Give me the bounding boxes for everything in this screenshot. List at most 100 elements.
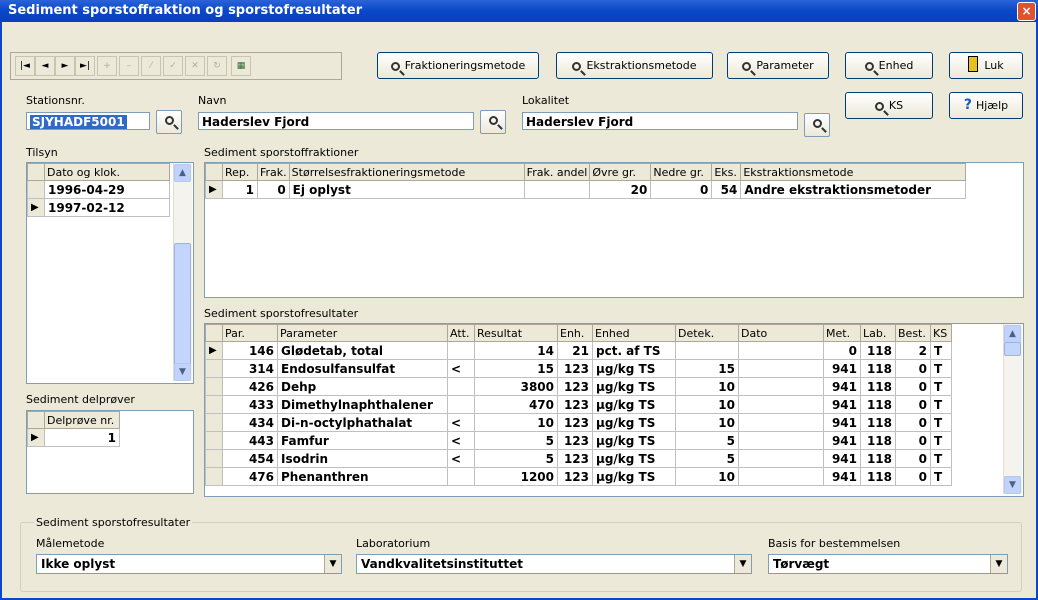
cell[interactable]: 941 — [823, 395, 861, 414]
table-row[interactable]: ▶ 1997-02-12 — [27, 198, 170, 217]
cell[interactable]: 0 — [895, 359, 931, 378]
cell[interactable]: T — [930, 467, 952, 486]
last-record-button[interactable]: ►| — [75, 56, 95, 76]
cell[interactable]: 54 — [711, 180, 742, 199]
table-row[interactable]: ▶ 146 Glødetab, total 14 21 pct. af TS 0 118 2 T — [205, 341, 952, 360]
cell[interactable]: 10 — [675, 467, 739, 486]
first-record-button[interactable]: |◄ — [15, 56, 35, 76]
scroll-down-arrow[interactable]: ▼ — [1004, 476, 1021, 494]
cell[interactable]: 941 — [823, 431, 861, 450]
maalemetode-select[interactable]: Ikke oplyst ▼ — [36, 554, 342, 574]
cell[interactable]: 476 — [222, 467, 278, 486]
table-row[interactable]: 314 Endosulfansulfat <15 123 µg/kg TS 15 941 11… — [205, 359, 952, 378]
scroll-thumb[interactable] — [1004, 342, 1021, 356]
lokalitet-field[interactable]: Haderslev Fjord — [522, 112, 798, 130]
cell[interactable] — [738, 377, 824, 396]
cell[interactable]: 118 — [860, 467, 896, 486]
fraktioneringsmetode-button[interactable]: Fraktioneringsmetode — [377, 52, 539, 79]
cell[interactable]: 0 — [895, 449, 931, 468]
cell[interactable]: µg/kg TS — [592, 467, 676, 486]
cell[interactable] — [447, 395, 475, 414]
cell[interactable]: 941 — [823, 359, 861, 378]
ks-button[interactable]: KS — [845, 92, 933, 119]
cell[interactable] — [523, 180, 591, 199]
basis-select[interactable]: Tørvægt ▼ — [768, 554, 1008, 574]
cell[interactable]: 470 — [474, 395, 558, 414]
cell[interactable] — [738, 395, 824, 414]
table-row[interactable]: 434 Di-n-octylphathalat <10 123 µg/kg TS 10 94… — [205, 413, 952, 432]
cell[interactable]: 14 — [474, 341, 558, 360]
cell[interactable]: 0 — [895, 413, 931, 432]
cell[interactable]: < — [447, 431, 475, 450]
table-row[interactable]: ▶ 1 — [27, 428, 120, 447]
edit-record-button[interactable]: ⁄ — [141, 56, 161, 76]
cell[interactable] — [447, 467, 475, 486]
navn-search-button[interactable] — [480, 110, 506, 134]
cell[interactable] — [447, 341, 475, 360]
chevron-down-icon[interactable]: ▼ — [990, 555, 1007, 573]
cell[interactable] — [447, 377, 475, 396]
parameter-button[interactable]: Parameter — [727, 52, 829, 79]
luk-button[interactable]: Luk — [949, 52, 1023, 79]
cell[interactable]: T — [930, 395, 952, 414]
cell[interactable] — [738, 413, 824, 432]
cell[interactable]: 21 — [557, 341, 593, 360]
cell[interactable]: µg/kg TS — [592, 359, 676, 378]
cell[interactable]: 1200 — [474, 467, 558, 486]
post-record-button[interactable]: ✓ — [163, 56, 183, 76]
cell[interactable]: Isodrin — [277, 449, 448, 468]
cell[interactable]: 1996-04-29 — [44, 180, 170, 199]
cell[interactable]: 0 — [257, 180, 290, 199]
cell[interactable]: 5 — [675, 449, 739, 468]
cell[interactable]: 118 — [860, 449, 896, 468]
scroll-thumb[interactable] — [174, 243, 191, 365]
cell[interactable]: 123 — [557, 449, 593, 468]
laboratorium-select[interactable]: Vandkvalitetsinstituttet ▼ — [356, 554, 752, 574]
cell[interactable]: 5 — [474, 431, 558, 450]
cell[interactable]: 0 — [895, 467, 931, 486]
cell[interactable]: 3800 — [474, 377, 558, 396]
lokalitet-search-button[interactable] — [804, 113, 830, 137]
scroll-up-arrow[interactable]: ▲ — [1004, 325, 1021, 343]
table-row[interactable]: 454 Isodrin <5 123 µg/kg TS 5 941 118 0 T — [205, 449, 952, 468]
close-button[interactable]: × — [1017, 2, 1036, 21]
cell[interactable]: 118 — [860, 413, 896, 432]
cell[interactable] — [738, 467, 824, 486]
refresh-button[interactable]: ↻ — [207, 56, 227, 76]
cell[interactable]: Andre ekstraktionsmetoder — [740, 180, 967, 199]
cell[interactable]: Dimethylnaphthalener — [277, 395, 448, 414]
cell[interactable]: 1 — [222, 180, 258, 199]
cell[interactable]: 426 — [222, 377, 278, 396]
cell[interactable]: 118 — [860, 395, 896, 414]
cell[interactable]: 146 — [222, 341, 278, 360]
cell[interactable]: 118 — [860, 341, 896, 360]
delete-record-button[interactable]: – — [119, 56, 139, 76]
cell[interactable]: 123 — [557, 413, 593, 432]
cell[interactable] — [738, 449, 824, 468]
cell[interactable]: T — [930, 359, 952, 378]
chevron-down-icon[interactable]: ▼ — [324, 555, 341, 573]
scroll-up-arrow[interactable]: ▲ — [174, 164, 191, 182]
cell[interactable]: µg/kg TS — [592, 377, 676, 396]
table-row[interactable]: 476 Phenanthren 1200 123 µg/kg TS 10 941 118 0 T — [205, 467, 952, 486]
cell[interactable]: < — [447, 359, 475, 378]
prev-record-button[interactable]: ◄ — [35, 56, 55, 76]
cell[interactable]: 0 — [895, 395, 931, 414]
cell[interactable]: µg/kg TS — [592, 395, 676, 414]
cell[interactable] — [675, 341, 739, 360]
resultater-scrollbar[interactable]: ▲ ▼ — [1003, 324, 1022, 494]
cell[interactable]: Phenanthren — [277, 467, 448, 486]
cell[interactable]: 15 — [675, 359, 739, 378]
cell[interactable]: 5 — [675, 431, 739, 450]
next-record-button[interactable]: ► — [55, 56, 75, 76]
cell[interactable]: 454 — [222, 449, 278, 468]
cell[interactable]: Dehp — [277, 377, 448, 396]
cell[interactable]: pct. af TS — [592, 341, 676, 360]
cell[interactable]: 2 — [895, 341, 931, 360]
cell[interactable]: 1997-02-12 — [44, 198, 170, 217]
cell[interactable]: 118 — [860, 377, 896, 396]
navn-field[interactable]: Haderslev Fjord — [198, 112, 474, 130]
cell[interactable]: T — [930, 431, 952, 450]
cell[interactable]: 1 — [44, 428, 120, 447]
cell[interactable]: Ej oplyst — [288, 180, 525, 199]
